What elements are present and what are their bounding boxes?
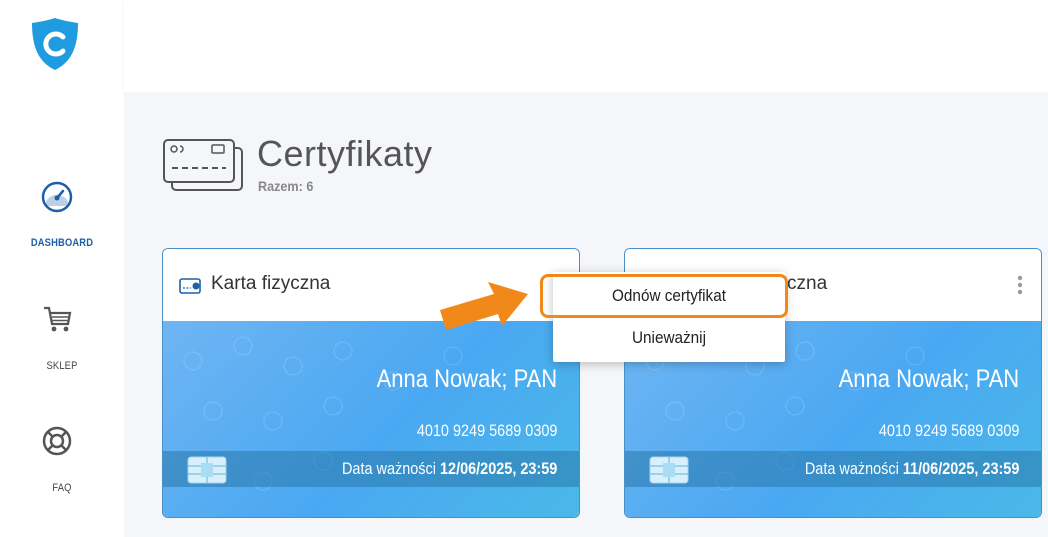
card-expiry: Data ważności 12/06/2025, 23:59: [342, 459, 557, 479]
card-expiry: Data ważności 11/06/2025, 23:59: [804, 459, 1019, 479]
card-type-label: Karta fizyczna: [211, 273, 331, 294]
expiry-value: 11/06/2025, 23:59: [902, 459, 1019, 478]
shield-c-logo-icon[interactable]: [30, 16, 80, 72]
annotation-arrow-icon: [440, 282, 528, 330]
top-bar: [124, 0, 1048, 92]
card-body: Anna Nowak; PAN 4010 9249 5689 0309 Data…: [163, 321, 579, 517]
sidebar-item-label: FAQ: [52, 482, 72, 494]
speedometer-icon: [41, 181, 73, 213]
card-number: 4010 9249 5689 0309: [416, 421, 557, 440]
chip-icon: [187, 456, 227, 484]
card-holder-name: Anna Nowak; PAN: [376, 365, 557, 393]
card-number: 4010 9249 5689 0309: [878, 421, 1019, 440]
lifebuoy-icon: [42, 426, 72, 456]
expiry-prefix: Data ważności: [341, 459, 436, 478]
cart-icon: [44, 306, 72, 332]
physical-card-icon: [179, 278, 201, 294]
page-subtitle: Razem: 6: [258, 178, 314, 194]
sidebar-item-label: DASHBOARD: [30, 237, 94, 249]
highlight-box: [540, 274, 788, 318]
page-title: Certyfikaty: [257, 133, 433, 174]
sidebar: DASHBOARD SKLEP FAQ: [0, 0, 124, 537]
cards-icon: [163, 139, 243, 191]
more-vertical-icon[interactable]: [1017, 275, 1023, 295]
card-background-pattern: [183, 336, 463, 491]
expiry-bar: Data ważności 12/06/2025, 23:59: [163, 451, 579, 487]
sidebar-item-label: SKLEP: [46, 360, 78, 372]
card-type-label: czna: [787, 273, 828, 294]
menu-item-revoke[interactable]: Unieważnij: [565, 328, 774, 348]
chip-icon: [649, 456, 689, 484]
expiry-bar: Data ważności 11/06/2025, 23:59: [625, 451, 1041, 487]
expiry-value: 12/06/2025, 23:59: [439, 459, 557, 478]
card-holder-name: Anna Nowak; PAN: [838, 365, 1019, 393]
expiry-prefix: Data ważności: [804, 459, 899, 478]
